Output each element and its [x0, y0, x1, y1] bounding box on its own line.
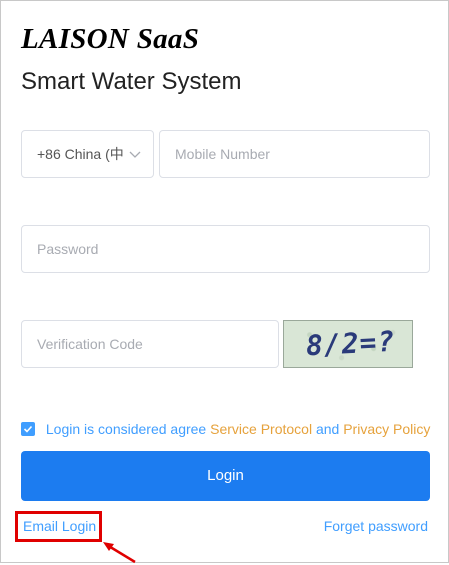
page-title: Smart Water System — [21, 68, 242, 95]
verification-code-input[interactable]: Verification Code — [21, 320, 279, 368]
brand-logo: LAISON SaaS — [21, 23, 200, 55]
agreement-checkbox[interactable] — [21, 422, 35, 436]
country-code-select[interactable]: +86 China (中 — [21, 130, 154, 178]
captcha-image[interactable]: 8/2=? — [283, 320, 413, 368]
login-panel: LAISON SaaS Smart Water System +86 China… — [0, 0, 449, 564]
country-code-value: +86 China (中 — [37, 146, 124, 162]
check-icon — [23, 425, 33, 433]
login-button[interactable]: Login — [21, 451, 430, 501]
password-input[interactable]: Password — [21, 225, 430, 273]
annotation-highlight-box — [15, 511, 102, 542]
chevron-down-icon — [129, 151, 141, 158]
agreement-and-text: and — [315, 421, 340, 437]
forget-password-link[interactable]: Forget password — [324, 518, 428, 534]
agreement-row: Login is considered agree Service Protoc… — [21, 420, 430, 438]
mobile-number-placeholder: Mobile Number — [175, 146, 270, 162]
verification-code-placeholder: Verification Code — [37, 336, 143, 352]
captcha-text: 8/2=? — [305, 324, 397, 363]
mobile-number-input[interactable]: Mobile Number — [159, 130, 430, 178]
password-placeholder: Password — [37, 241, 99, 257]
annotation-arrow-icon — [103, 542, 136, 564]
agreement-text: Login is considered agree — [45, 421, 207, 437]
service-protocol-link[interactable]: Service Protocol — [210, 421, 312, 437]
privacy-policy-link[interactable]: Privacy Policy — [343, 421, 430, 437]
